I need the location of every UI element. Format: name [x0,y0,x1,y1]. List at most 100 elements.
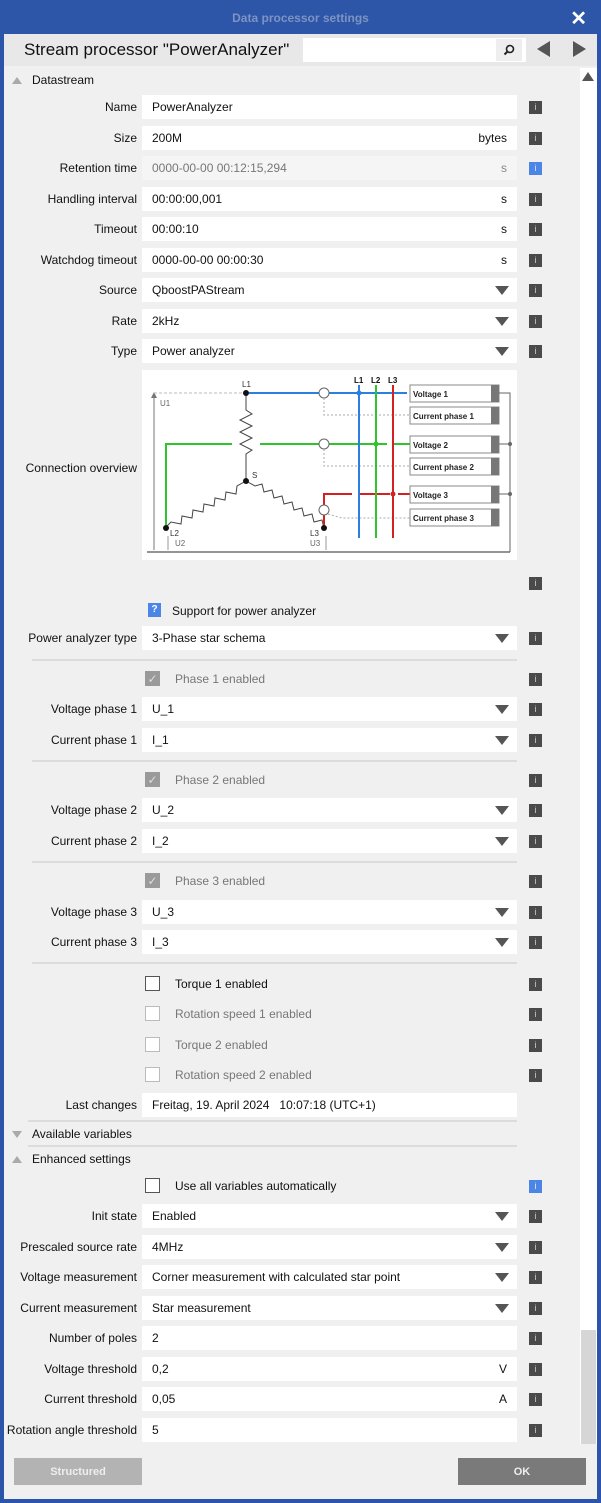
vertical-scrollbar[interactable] [580,68,597,1478]
label: Rate [111,314,137,328]
info-icon[interactable]: i [529,1069,542,1082]
info-icon[interactable]: i [529,1302,542,1315]
torque1-enabled-checkbox[interactable] [145,976,160,991]
search-input[interactable] [303,38,526,62]
current-phase1-select[interactable]: I_1 [142,728,517,752]
support-link[interactable]: Support for power analyzer [172,604,316,618]
use-all-variables-checkbox[interactable] [145,1178,160,1193]
row-rate: Rate 2kHz [4,309,580,334]
info-icon[interactable]: i [529,804,542,817]
voltage-threshold-field[interactable]: 0,2 V [142,1357,517,1381]
watchdog-timeout-field[interactable]: 0000-00-00 00:00:30 s [142,248,517,272]
rate-select[interactable]: 2kHz [142,309,517,333]
section-available-variables[interactable]: Available variables [12,1125,132,1143]
value: U_3 [152,905,175,919]
u2-label: U2 [175,539,186,548]
info-icon[interactable]: i [529,978,542,991]
structured-button[interactable]: Structured [14,1458,142,1485]
info-icon[interactable]: i [529,1363,542,1376]
next-button[interactable] [571,40,587,58]
row-number-of-poles: Number of poles 2 [4,1326,580,1351]
info-icon[interactable]: i [529,774,542,787]
info-icon[interactable]: i [529,254,542,267]
label: Watchdog timeout [40,253,137,267]
current-sensor-3 [318,504,330,516]
info-icon[interactable]: i [529,1424,542,1437]
current-threshold-field[interactable]: 0,05 A [142,1387,517,1411]
scroll-up-icon[interactable] [582,72,594,81]
info-icon[interactable]: i [529,577,542,590]
info-icon[interactable]: i [529,673,542,686]
handling-interval-field[interactable]: 00:00:00,001 s [142,187,517,211]
current-phase3-select[interactable]: I_3 [142,930,517,954]
info-icon[interactable]: i [529,193,542,206]
row-init-state: Init state Enabled [4,1204,580,1229]
info-icon[interactable]: i [529,284,542,297]
voltage-phase3-select[interactable]: U_3 [142,900,517,924]
node-l3 [321,525,327,531]
info-icon[interactable]: i [529,632,542,645]
info-icon[interactable]: i [529,936,542,949]
section-enhanced-settings[interactable]: Enhanced settings [12,1150,131,1168]
power-analyzer-type-select[interactable]: 3-Phase star schema [142,626,517,650]
phase2-enabled-checkbox[interactable]: ✓ [145,772,160,787]
voltage-measurement-select[interactable]: Corner measurement with calculated star … [142,1265,517,1289]
divider [32,659,517,661]
info-icon[interactable]: i [529,1393,542,1406]
section-title: Available variables [32,1127,132,1141]
info-icon[interactable]: i [529,162,542,175]
close-icon[interactable]: ✕ [570,6,587,31]
current-phase2-select[interactable]: I_2 [142,829,517,853]
rotation-speed2-enabled-checkbox[interactable] [145,1067,160,1082]
info-icon[interactable]: i [529,1241,542,1254]
rotation-angle-threshold-field[interactable]: 5 [142,1418,517,1442]
info-icon[interactable]: i [529,1271,542,1284]
info-icon[interactable]: i [529,1039,542,1052]
info-icon[interactable]: i [529,315,542,328]
voltage-phase1-select[interactable]: U_1 [142,697,517,721]
prescaled-source-rate-select[interactable]: 4MHz [142,1235,517,1259]
info-icon[interactable]: i [529,875,542,888]
label: Voltage phase 2 [50,803,137,817]
help-icon[interactable]: ? [148,603,161,617]
info-icon[interactable]: i [529,1210,542,1223]
unit: bytes [478,131,507,145]
previous-button[interactable] [536,40,552,58]
row-power-analyzer-type: Power analyzer type 3-Phase star schema [4,626,580,651]
info-icon[interactable]: i [529,1008,542,1021]
value: 4MHz [152,1240,184,1254]
current-measurement-select[interactable]: Star measurement [142,1296,517,1320]
timeout-field[interactable]: 00:00:10 s [142,217,517,241]
name-field[interactable]: PowerAnalyzer [142,95,517,119]
info-icon[interactable]: i [529,1180,542,1193]
info-icon[interactable]: i [529,101,542,114]
info-icon[interactable]: i [529,835,542,848]
node-l1 [243,390,249,396]
svg-text:Current phase 3: Current phase 3 [413,514,474,523]
voltage-phase2-select[interactable]: U_2 [142,798,517,822]
info-icon[interactable]: i [529,703,542,716]
size-field[interactable]: 200M bytes [142,126,517,150]
chevron-down-icon [495,938,509,947]
number-of-poles-field[interactable]: 2 [142,1326,517,1350]
info-icon[interactable]: i [529,734,542,747]
info-icon[interactable]: i [529,223,542,236]
section-datastream[interactable]: Datastream [12,71,94,89]
info-icon[interactable]: i [529,906,542,919]
value: 3-Phase star schema [152,631,266,645]
phase3-enabled-checkbox[interactable]: ✓ [145,873,160,888]
info-icon[interactable]: i [529,1332,542,1345]
ok-button[interactable]: OK [458,1458,586,1485]
phase1-enabled-checkbox[interactable]: ✓ [145,671,160,686]
search-button[interactable] [496,39,522,61]
type-select[interactable]: Power analyzer [142,339,517,363]
label: Name [104,100,137,114]
info-icon[interactable]: i [529,132,542,145]
info-icon[interactable]: i [529,345,542,358]
label: Current phase 2 [50,834,137,848]
torque2-enabled-checkbox[interactable] [145,1037,160,1052]
title-bar: Data processor settings ✕ [0,0,601,36]
init-state-select[interactable]: Enabled [142,1204,517,1228]
source-select[interactable]: QboostPAStream [142,278,517,302]
rotation-speed1-enabled-checkbox[interactable] [145,1006,160,1021]
